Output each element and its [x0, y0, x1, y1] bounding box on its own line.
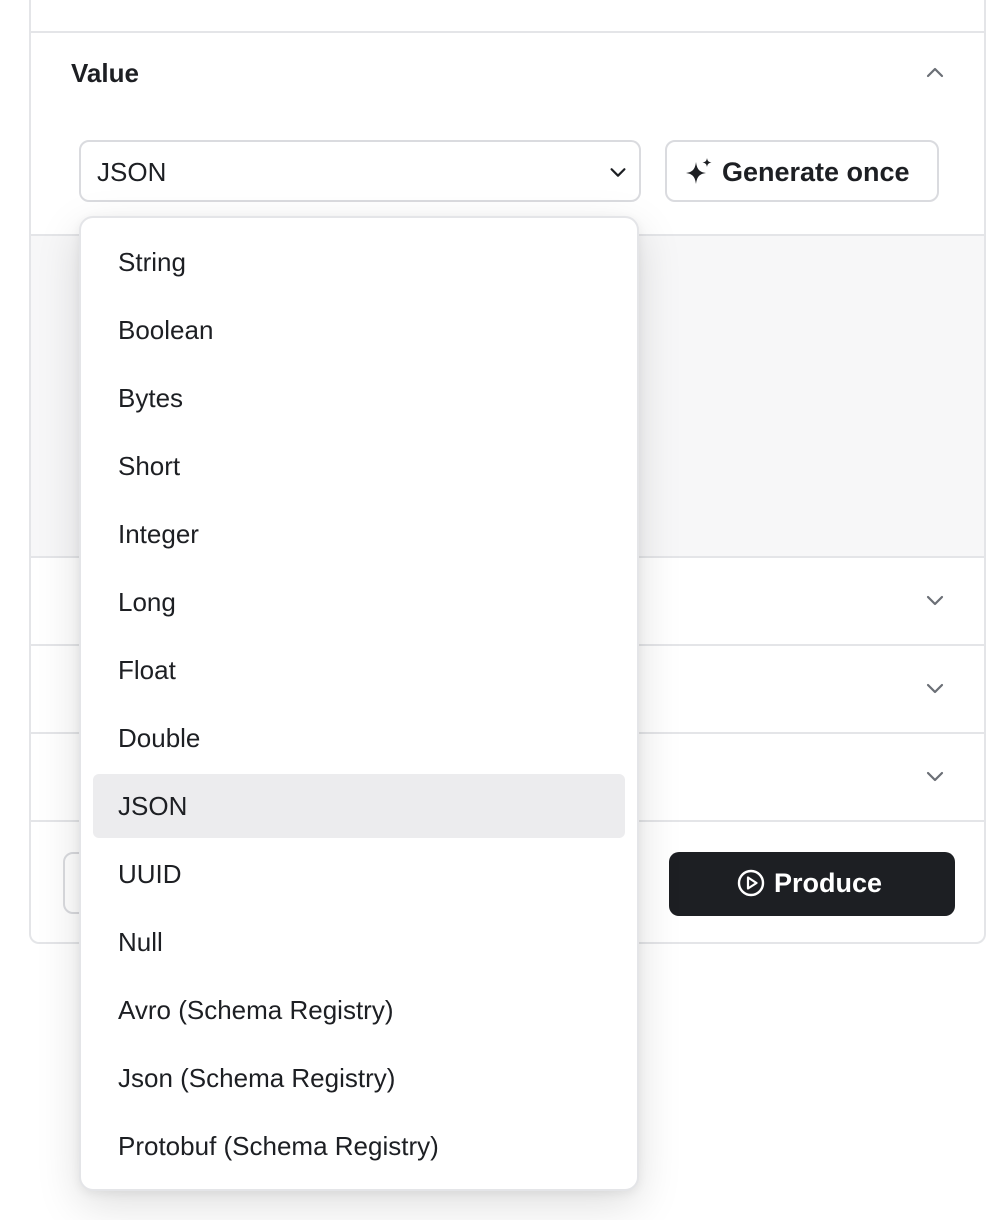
- chevron-up-icon[interactable]: [923, 61, 947, 85]
- chevron-down-icon: [607, 161, 629, 183]
- chevron-down-icon[interactable]: [923, 764, 947, 788]
- value-section-title: Value: [71, 58, 139, 88]
- option-integer[interactable]: Integer: [93, 502, 625, 566]
- chevron-down-icon[interactable]: [923, 676, 947, 700]
- option-label: Short: [118, 451, 181, 481]
- option-bytes[interactable]: Bytes: [93, 366, 625, 430]
- option-label: Integer: [118, 519, 199, 549]
- generate-once-label: Generate once: [722, 157, 910, 187]
- produce-button[interactable]: Produce: [669, 852, 955, 916]
- select-value: JSON: [97, 157, 167, 187]
- option-label: Double: [118, 723, 201, 753]
- option-label: UUID: [118, 859, 182, 889]
- option-avro-schema-registry[interactable]: Avro (Schema Registry): [93, 978, 625, 1042]
- sparkle-icon: [684, 157, 714, 187]
- option-float[interactable]: Float: [93, 638, 625, 702]
- chevron-down-icon[interactable]: [923, 588, 947, 612]
- option-label: Long: [118, 587, 176, 617]
- option-boolean[interactable]: Boolean: [93, 298, 625, 362]
- value-format-dropdown: String Boolean Bytes Short Integer Long …: [79, 216, 639, 1191]
- option-label: Json (Schema Registry): [118, 1063, 396, 1093]
- section-divider: [31, 31, 984, 33]
- option-string[interactable]: String: [93, 230, 625, 294]
- option-label: Null: [118, 927, 163, 957]
- option-label: String: [118, 247, 186, 277]
- option-label: Bytes: [118, 383, 184, 413]
- play-circle-icon: [736, 868, 766, 898]
- option-label: Boolean: [118, 315, 214, 345]
- option-json-schema-registry[interactable]: Json (Schema Registry): [93, 1046, 625, 1110]
- value-format-select[interactable]: JSON: [79, 140, 641, 202]
- option-protobuf-schema-registry[interactable]: Protobuf (Schema Registry): [93, 1114, 625, 1178]
- option-json[interactable]: JSON: [93, 774, 625, 838]
- produce-label: Produce: [774, 868, 883, 898]
- option-long[interactable]: Long: [93, 570, 625, 634]
- option-null[interactable]: Null: [93, 910, 625, 974]
- option-uuid[interactable]: UUID: [93, 842, 625, 906]
- option-short[interactable]: Short: [93, 434, 625, 498]
- option-label: JSON: [118, 791, 188, 821]
- generate-once-button[interactable]: Generate once: [665, 140, 939, 202]
- option-label: Protobuf (Schema Registry): [118, 1131, 439, 1161]
- option-label: Avro (Schema Registry): [118, 995, 394, 1025]
- option-label: Float: [118, 655, 176, 685]
- option-double[interactable]: Double: [93, 706, 625, 770]
